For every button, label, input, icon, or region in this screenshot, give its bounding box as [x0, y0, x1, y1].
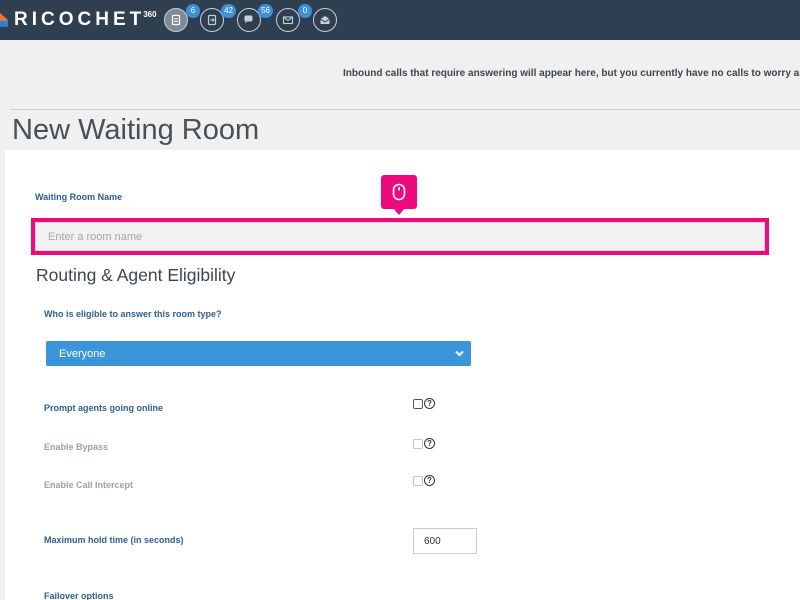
room-name-input[interactable]	[35, 222, 765, 251]
help-icon[interactable]: ?	[424, 398, 435, 409]
prompt-agents-checkbox[interactable]	[413, 398, 423, 409]
documents-icon[interactable]: 6	[164, 4, 200, 32]
transfer-badge: 42	[221, 4, 236, 18]
header-divider	[10, 109, 800, 110]
help-icon[interactable]: ?	[424, 438, 435, 449]
failover-label: Failover options	[44, 591, 114, 600]
brand-superscript: 360	[143, 10, 157, 19]
transfer-icon[interactable]: 42	[200, 4, 236, 32]
top-navigation-bar: RICOCHET 360 6 42 56 0	[0, 0, 800, 40]
chat-badge: 56	[258, 4, 273, 18]
no-calls-notice: Inbound calls that require answering wil…	[343, 68, 800, 79]
brand-name: RICOCHET	[14, 9, 146, 30]
chevron-down-icon	[455, 350, 464, 357]
enable-call-intercept-control: ?	[413, 475, 435, 486]
eligible-label: Who is eligible to answer this room type…	[44, 309, 222, 319]
eligible-select[interactable]: Everyone	[46, 341, 471, 366]
enable-bypass-label: Enable Bypass	[44, 442, 109, 452]
mail-icon[interactable]: 0	[276, 4, 312, 32]
page-title: New Waiting Room	[12, 114, 260, 146]
enable-bypass-control: ?	[413, 438, 435, 449]
eligible-select-value: Everyone	[59, 347, 106, 360]
mail-badge: 0	[298, 4, 312, 18]
prompt-agents-label: Prompt agents going online	[44, 403, 163, 413]
enable-call-intercept-checkbox[interactable]	[413, 475, 423, 486]
prompt-agents-control: ?	[413, 398, 435, 409]
mouse-icon	[392, 183, 406, 201]
room-name-label: Waiting Room Name	[35, 192, 123, 202]
chat-icon[interactable]: 56	[237, 4, 273, 32]
routing-section-title: Routing & Agent Eligibility	[36, 265, 236, 285]
click-indicator	[381, 175, 417, 215]
brand-logo[interactable]: RICOCHET 360	[0, 9, 157, 31]
brand-mark-icon	[0, 10, 12, 30]
mail-open-icon[interactable]	[313, 8, 337, 32]
help-icon[interactable]: ?	[424, 475, 435, 486]
enable-bypass-checkbox[interactable]	[413, 438, 423, 449]
documents-badge: 6	[186, 4, 200, 18]
max-hold-label: Maximum hold time (in seconds)	[44, 535, 184, 545]
max-hold-input[interactable]	[413, 528, 477, 554]
room-name-highlight	[31, 218, 769, 255]
enable-call-intercept-label: Enable Call Intercept	[44, 480, 134, 490]
